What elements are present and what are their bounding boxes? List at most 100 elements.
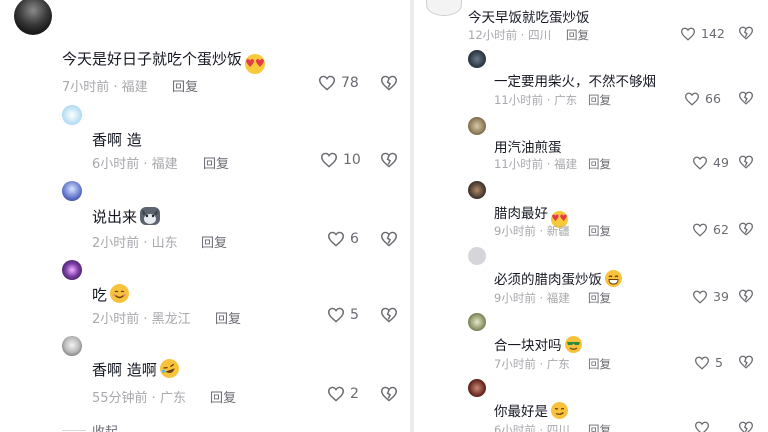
reply-button[interactable]: 回复 [172,76,198,95]
comment-time-location: 6小时前 · 四川 [494,423,570,432]
right-comment-panel: 今天早饭就吃蛋炒饭 12小时前 · 四川 回复 142 一定要用柴火，不然不够烟… [414,0,768,432]
broken-heart-icon [738,289,754,303]
dislike-button[interactable] [380,231,398,247]
like-count: 39 [713,289,729,304]
avatar[interactable] [468,379,486,397]
comment-text: 香啊 造啊 [92,361,157,379]
reply-button[interactable]: 回复 [588,92,611,108]
avatar[interactable] [62,260,82,280]
like-button[interactable] [694,421,710,432]
avatar[interactable] [426,0,462,16]
reply-comment: 一定要用柴火，不然不够烟 11小时前 · 广东 回复 66 [414,48,768,114]
avatar[interactable] [468,50,486,68]
dislike-button[interactable] [738,91,754,105]
husky-emoji-icon [140,207,161,225]
heart-outline-icon [680,27,696,41]
avatar[interactable] [62,181,82,201]
like-button[interactable]: 39 [692,289,729,304]
dislike-button[interactable] [380,152,398,168]
broken-heart-icon [738,222,754,236]
like-count: 2 [350,386,359,402]
like-count: 10 [343,152,361,168]
like-button[interactable]: 66 [684,91,721,106]
reply-comment: 腊肉最好 ♥♥ 9小时前 · 新疆 回复 62 [414,180,768,246]
heart-eyes-emoji-icon: ♥♥ [245,54,266,74]
dislike-button[interactable] [738,355,754,369]
main-comment: 今天是好日子就吃个蛋炒饭 ♥♥ 7小时前 · 福建 回复 78 [0,0,410,100]
like-count: 49 [713,155,729,170]
like-button[interactable]: 10 [320,152,361,168]
like-count: 5 [715,355,723,370]
reply-button[interactable]: 回复 [588,290,611,306]
avatar[interactable] [468,117,486,135]
dislike-button[interactable] [738,155,754,169]
reply-button[interactable]: 回复 [588,422,611,432]
collapse-button[interactable]: 收起 [92,421,118,432]
reply-button[interactable]: 回复 [203,153,229,172]
comment-text: 说出来 [92,208,138,226]
heart-outline-icon [694,356,710,370]
comment-text: 一定要用柴火，不然不够烟 [494,74,656,90]
comment-time-location: 9小时前 · 福建 [494,291,570,305]
like-count: 142 [701,26,725,41]
reply-button[interactable]: 回复 [210,387,236,406]
avatar[interactable] [62,336,82,356]
like-button[interactable]: 49 [692,155,729,170]
avatar[interactable] [14,0,52,35]
broken-heart-icon [738,421,754,432]
avatar[interactable] [468,313,486,331]
comment-text: 用汽油煎蛋 [494,140,562,156]
reply-button[interactable]: 回复 [566,27,589,43]
comment-text: 今天早饭就吃蛋炒饭 [468,10,590,26]
reply-button[interactable]: 回复 [215,308,241,327]
reply-comment: 必须的腊肉蛋炒饭 9小时前 · 福建 回复 39 [414,246,768,312]
like-button[interactable]: 62 [692,222,729,237]
like-button[interactable]: 5 [327,307,359,323]
dislike-button[interactable] [380,307,398,323]
reply-button[interactable]: 回复 [588,156,611,172]
like-count: 5 [350,307,359,323]
smirk-emoji-icon [551,402,568,419]
reply-comment: 用汽油煎蛋 11小时前 · 福建 回复 49 [414,114,768,180]
reply-comment: 香啊 造 6小时前 · 福建 回复 10 [0,100,410,180]
like-count: 66 [705,91,721,106]
dislike-button[interactable] [738,26,754,40]
avatar[interactable] [468,247,486,265]
broken-heart-icon [380,386,398,402]
like-button[interactable]: 78 [318,75,359,91]
comment-text: 香啊 造 [92,131,142,149]
dislike-button[interactable] [738,421,754,432]
dislike-button[interactable] [380,75,398,91]
broken-heart-icon [738,355,754,369]
main-comment: 今天早饭就吃蛋炒饭 12小时前 · 四川 回复 142 [414,0,768,46]
broken-heart-icon [738,155,754,169]
like-count: 62 [713,222,729,237]
dislike-button[interactable] [738,222,754,236]
comment-text: 必须的腊肉蛋炒饭 [494,272,602,288]
like-button[interactable]: 6 [327,231,359,247]
reply-comment: 吃 2小时前 · 黑龙江 回复 5 [0,260,410,338]
reply-button[interactable]: 回复 [201,232,227,251]
reply-button[interactable]: 回复 [588,223,611,239]
reply-button[interactable]: 回复 [588,356,611,372]
comment-time-location: 11小时前 · 广东 [494,93,578,107]
dislike-button[interactable] [738,289,754,303]
like-button[interactable]: 142 [680,26,725,41]
rofl-emoji-icon [157,356,182,381]
reply-comment: 说出来 2小时前 · 山东 回复 6 [0,180,410,260]
heart-outline-icon [327,307,345,323]
avatar[interactable] [468,181,486,199]
reply-comment: 合一块对吗 7小时前 · 广东 回复 5 [414,312,768,378]
broken-heart-icon [380,307,398,323]
grin-emoji-icon [605,270,622,287]
comment-text: 今天是好日子就吃个蛋炒饭 [62,50,243,68]
like-count: 6 [350,231,359,247]
like-button[interactable]: 2 [327,386,359,402]
like-button[interactable]: 5 [694,355,723,370]
comment-time-location: 7小时前 · 福建 [62,80,148,95]
comment-text: 合一块对吗 [494,338,562,354]
broken-heart-icon [738,26,754,40]
dislike-button[interactable] [380,386,398,402]
heart-outline-icon [318,75,336,91]
avatar[interactable] [62,105,82,125]
